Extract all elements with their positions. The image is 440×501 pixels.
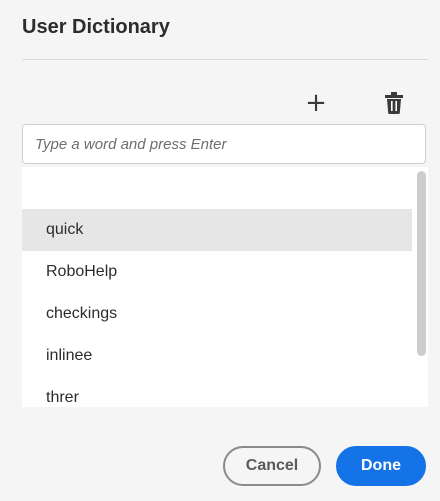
scrollbar-thumb[interactable] (417, 171, 426, 356)
plus-icon: + (305, 88, 327, 118)
list-item[interactable]: threr (22, 377, 412, 407)
word-input[interactable] (22, 124, 426, 164)
title-divider (22, 59, 428, 60)
scrollbar-track[interactable] (414, 167, 428, 407)
cancel-button[interactable]: Cancel (223, 446, 321, 486)
word-list-items: quick RoboHelp checkings inlinee threr (22, 167, 412, 407)
dialog-title: User Dictionary (22, 16, 170, 38)
done-button[interactable]: Done (336, 446, 426, 486)
list-item[interactable]: checkings (22, 293, 412, 335)
word-list: quick RoboHelp checkings inlinee threr (22, 167, 428, 407)
user-dictionary-dialog: User Dictionary + quick RoboHelp checkin… (0, 0, 440, 501)
list-item[interactable] (22, 167, 412, 209)
list-item[interactable]: RoboHelp (22, 251, 412, 293)
delete-word-button[interactable] (381, 90, 407, 116)
list-item[interactable]: quick (22, 209, 412, 251)
add-word-button[interactable]: + (303, 90, 329, 116)
list-item[interactable]: inlinee (22, 335, 412, 377)
trash-icon (385, 92, 403, 114)
